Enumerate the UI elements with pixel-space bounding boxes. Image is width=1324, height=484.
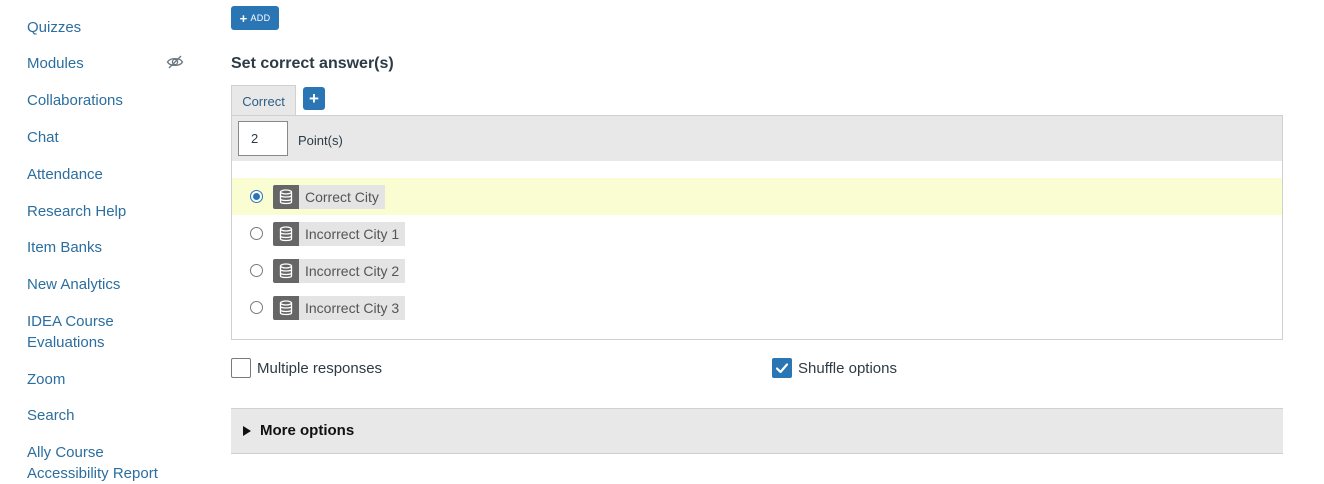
nav-item-new-analytics[interactable]: New Analytics xyxy=(27,274,197,295)
shuffle-options-checkbox[interactable] xyxy=(772,358,792,378)
eye-slash-icon xyxy=(166,53,184,71)
option-chip: Correct City xyxy=(273,185,385,209)
shuffle-options-label: Shuffle options xyxy=(798,360,897,377)
answer-options-list: Correct City Incorrect City 1 Incorrect … xyxy=(231,161,1283,340)
nav-item-research-help[interactable]: Research Help xyxy=(27,201,197,222)
list-item: Incorrect City 1 xyxy=(232,215,1282,252)
nav-item-ally-course-accessibility-report[interactable]: Ally Course Accessibility Report xyxy=(27,442,177,484)
plus-icon: + xyxy=(309,88,319,108)
nav-item-collaborations[interactable]: Collaborations xyxy=(27,90,197,111)
option-chip: Incorrect City 1 xyxy=(273,222,406,246)
database-icon xyxy=(273,296,299,320)
add-button[interactable]: + ADD xyxy=(231,6,279,30)
option-label: Correct City xyxy=(299,185,385,209)
points-input[interactable] xyxy=(238,121,288,156)
question-editor: + ADD Set correct answer(s) Correct + Po… xyxy=(231,0,1291,484)
points-bar: Point(s) xyxy=(231,115,1283,162)
database-icon xyxy=(273,259,299,283)
section-title: Set correct answer(s) xyxy=(231,55,394,72)
nav-item-attendance[interactable]: Attendance xyxy=(27,164,197,185)
list-item: Incorrect City 2 xyxy=(232,252,1282,289)
option-chip: Incorrect City 3 xyxy=(273,296,406,320)
points-label: Point(s) xyxy=(298,133,343,148)
tab-correct[interactable]: Correct xyxy=(231,85,296,116)
nav-item-quizzes[interactable]: Quizzes xyxy=(27,17,197,38)
checkmark-icon xyxy=(775,363,789,374)
course-nav-sidebar: Quizzes Modules Collaborations Chat Atte… xyxy=(0,0,210,484)
caret-right-icon xyxy=(243,426,251,436)
plus-icon: + xyxy=(239,10,248,26)
option-radio[interactable] xyxy=(250,301,263,314)
more-options-label: More options xyxy=(260,422,355,439)
database-icon xyxy=(273,222,299,246)
nav-item-zoom[interactable]: Zoom xyxy=(27,369,197,390)
list-item: Incorrect City 3 xyxy=(232,289,1282,326)
option-radio[interactable] xyxy=(250,227,263,240)
option-label: Incorrect City 1 xyxy=(299,222,406,246)
multiple-responses-label: Multiple responses xyxy=(257,360,383,377)
option-label: Incorrect City 3 xyxy=(299,296,406,320)
nav-item-search[interactable]: Search xyxy=(27,405,197,426)
database-icon xyxy=(273,185,299,209)
nav-item-chat[interactable]: Chat xyxy=(27,127,197,148)
add-alternate-tab-button[interactable]: + xyxy=(303,87,325,110)
option-chip: Incorrect City 2 xyxy=(273,259,406,283)
add-button-label: ADD xyxy=(250,13,271,23)
list-item: Correct City xyxy=(232,178,1282,215)
multiple-responses-checkbox[interactable] xyxy=(231,358,251,378)
nav-item-item-banks[interactable]: Item Banks xyxy=(27,237,197,258)
option-label: Incorrect City 2 xyxy=(299,259,406,283)
option-radio[interactable] xyxy=(250,190,263,203)
more-options-toggle[interactable]: More options xyxy=(231,408,1283,454)
option-radio[interactable] xyxy=(250,264,263,277)
nav-item-idea-course-evaluations[interactable]: IDEA Course Evaluations xyxy=(27,311,137,353)
